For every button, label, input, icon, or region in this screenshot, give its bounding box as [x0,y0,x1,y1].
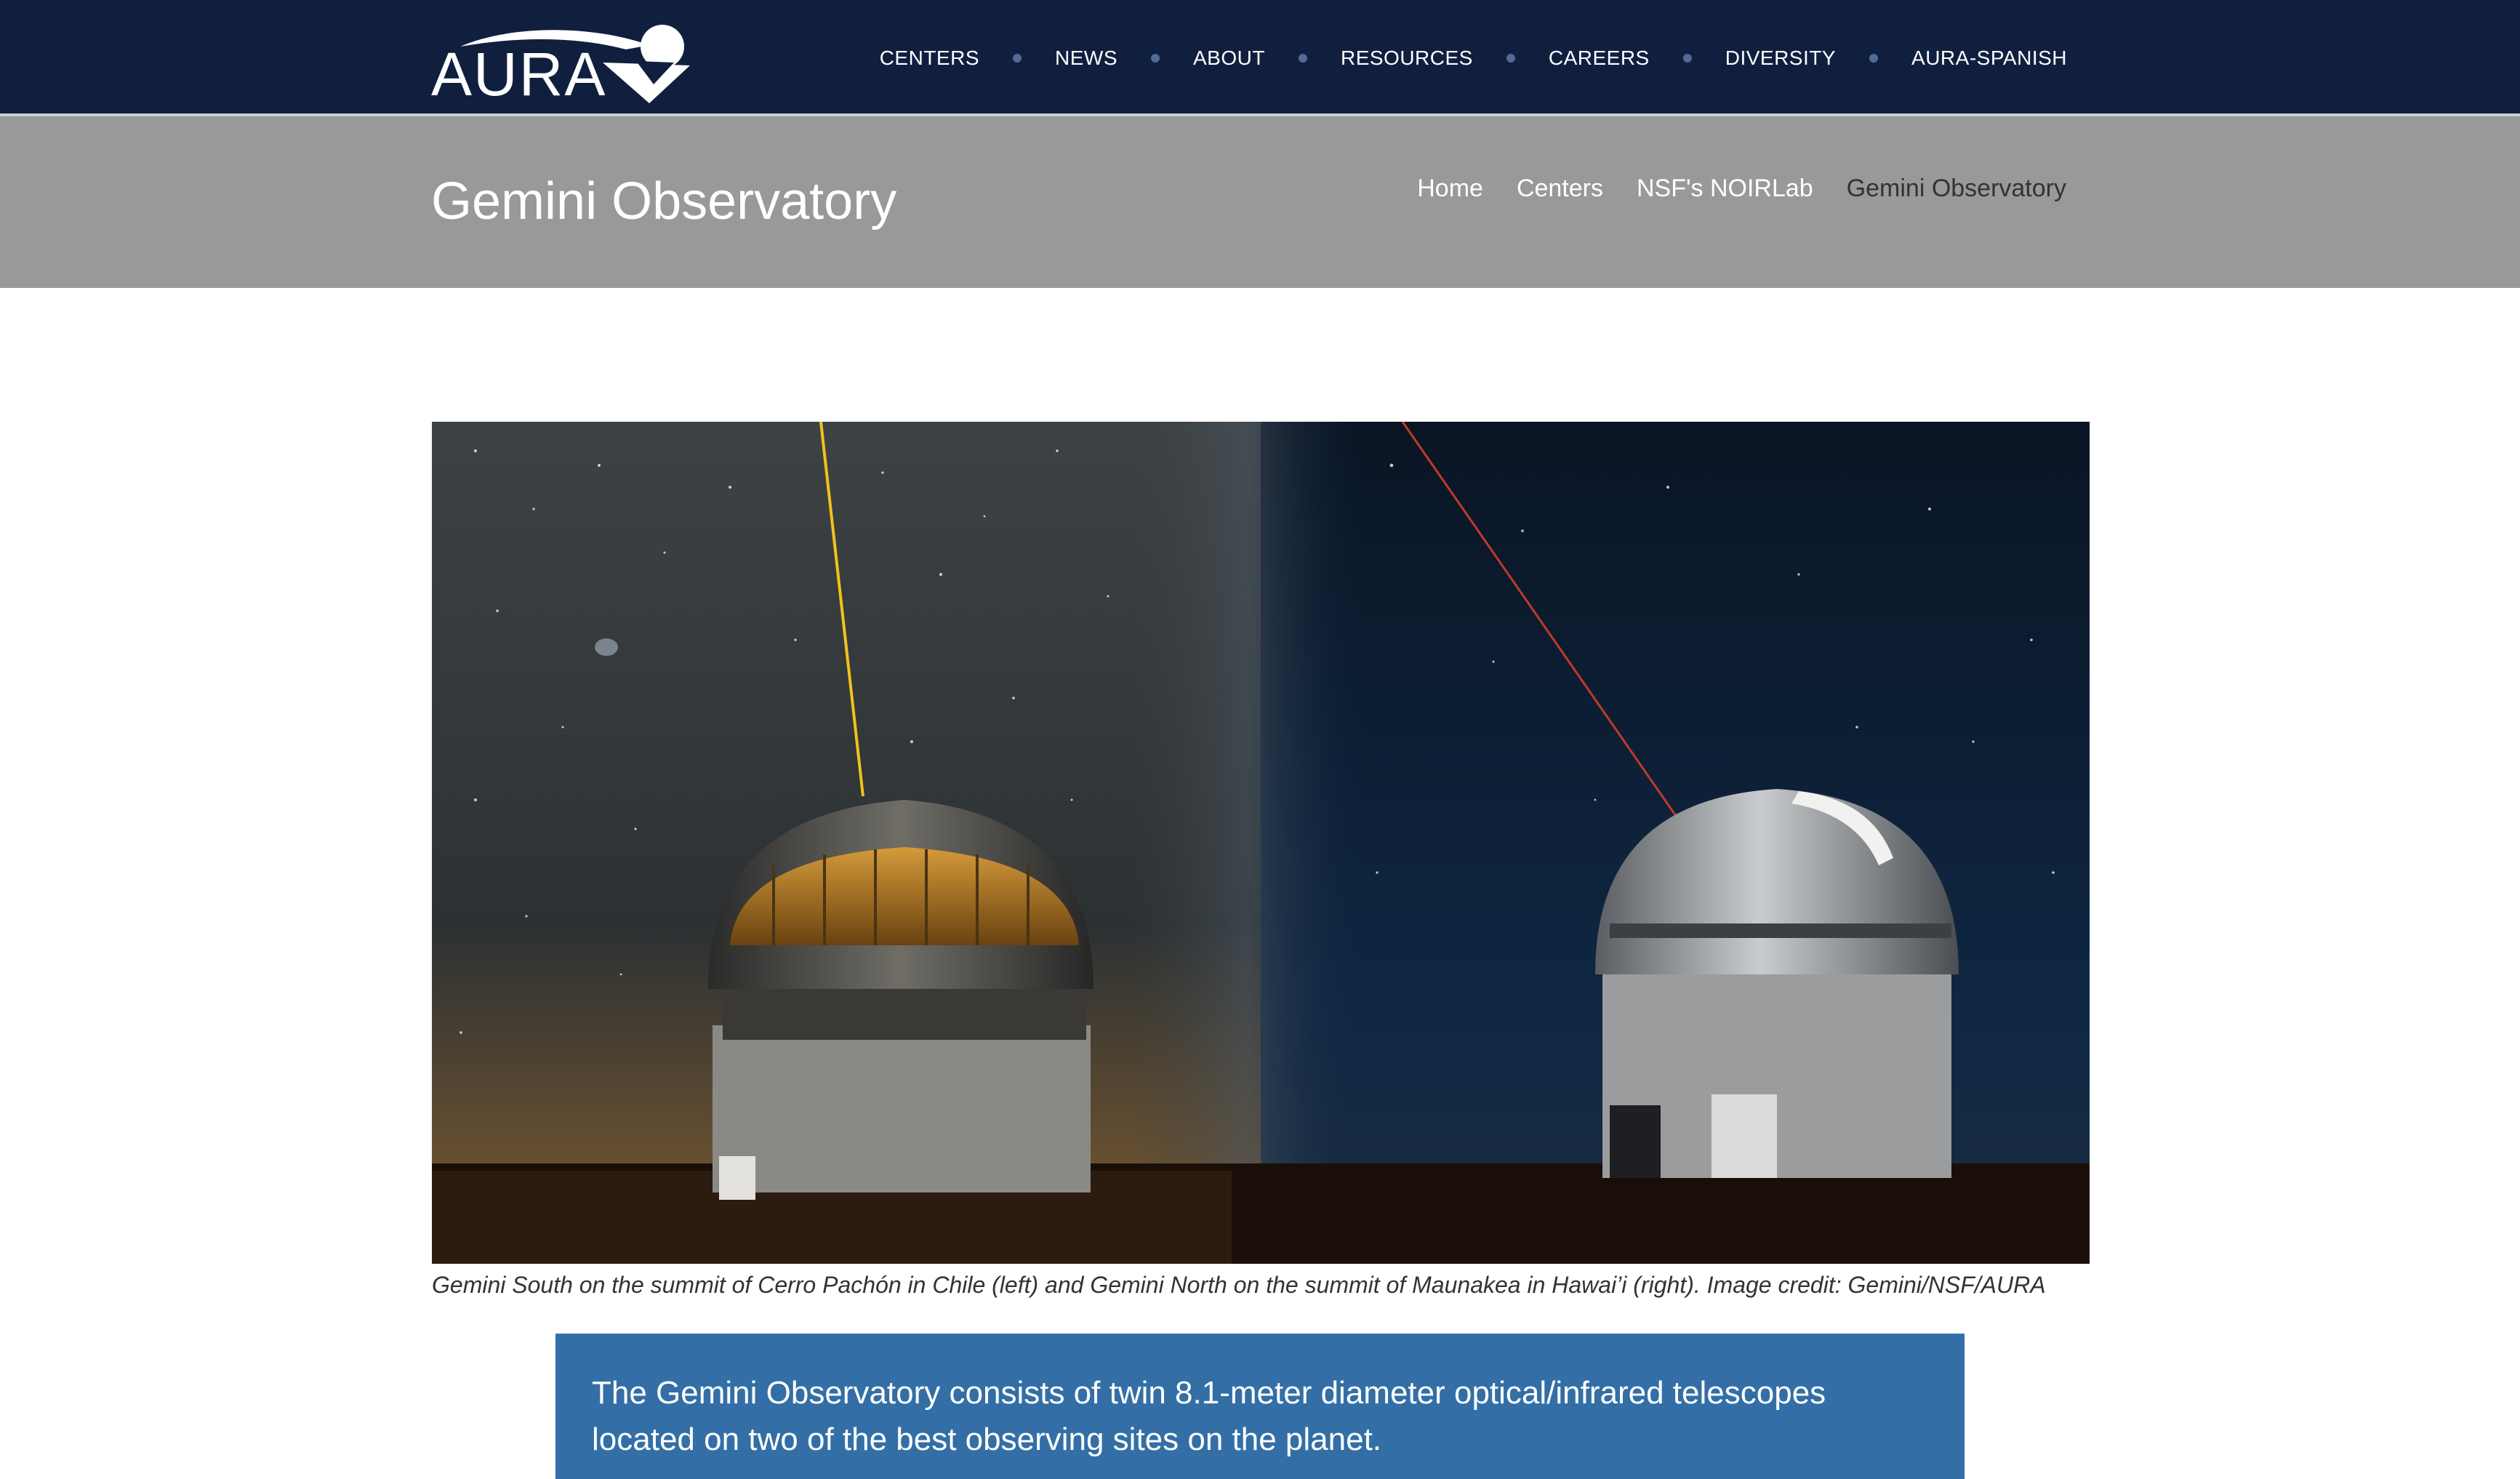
breadcrumb-noirlab[interactable]: NSF's NOIRLab [1637,172,1813,205]
logo-wordmark[interactable]: AURA [431,44,606,105]
nav-separator-dot [1013,54,1022,63]
main-navigation: CENTERS NEWS ABOUT RESOURCES CAREERS DIV… [880,42,2067,74]
hero-image [432,422,2090,1264]
nav-aura-spanish[interactable]: AURA-SPANISH [1911,42,2067,74]
intro-text: The Gemini Observatory consists of twin … [592,1375,1826,1457]
nav-separator-dot [1682,54,1692,63]
nav-diversity[interactable]: DIVERSITY [1725,42,1836,74]
nav-news[interactable]: NEWS [1055,42,1117,74]
nav-about[interactable]: ABOUT [1193,42,1265,74]
nav-separator-dot [1151,54,1160,63]
top-navigation-bar: AURA CENTERS NEWS ABOUT RESOURCES CAREER… [0,0,2520,116]
nav-separator-dot [1298,54,1307,63]
page-header-band [0,116,2520,288]
breadcrumb: Home Centers NSF's NOIRLab Gemini Observ… [1384,172,2066,205]
hero-caption: Gemini South on the summit of Cerro Pach… [432,1272,2046,1298]
gemini-south-dome [708,800,1094,1200]
nav-separator-dot [1869,54,1879,63]
breadcrumb-current: Gemini Observatory [1846,175,2066,202]
observatories-photo [432,422,2090,1264]
breadcrumb-centers[interactable]: Centers [1517,172,1603,205]
nav-careers[interactable]: CAREERS [1549,42,1650,74]
page-title: Gemini Observatory [431,172,897,231]
breadcrumb-home[interactable]: Home [1417,172,1483,205]
nav-resources[interactable]: RESOURCES [1341,42,1473,74]
intro-callout: The Gemini Observatory consists of twin … [555,1334,1965,1479]
nav-centers[interactable]: CENTERS [880,42,979,74]
nav-separator-dot [1506,54,1515,63]
gemini-north-dome [1595,789,1959,1178]
